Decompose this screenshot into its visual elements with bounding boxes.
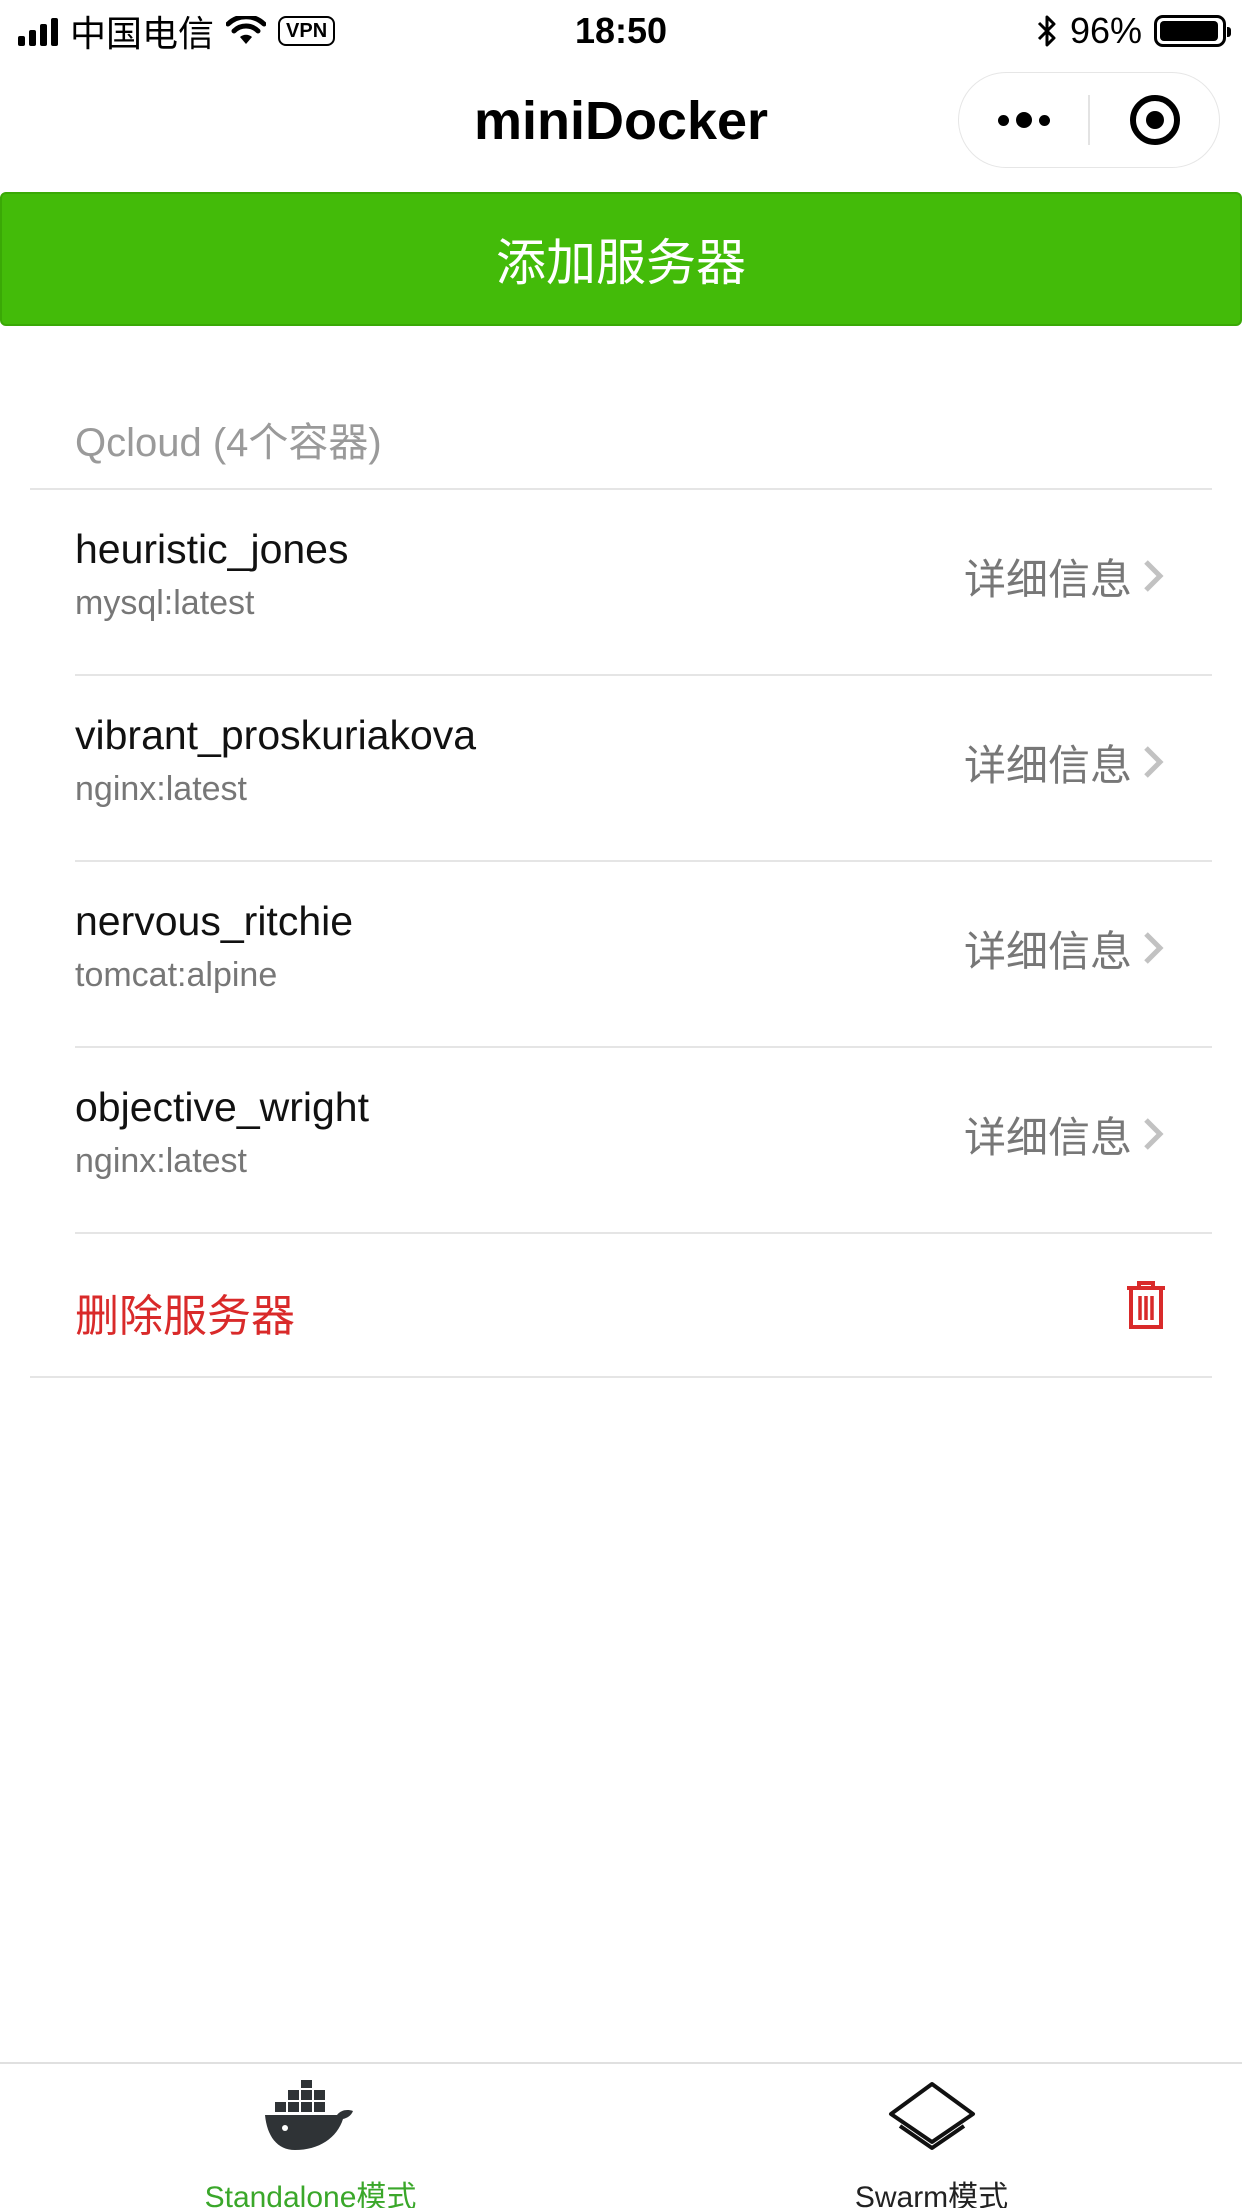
container-image: mysql:latest (75, 584, 255, 622)
details-link[interactable]: 详细信息 (964, 1104, 1132, 1165)
chevron-right-icon (1144, 932, 1164, 964)
container-name: objective_wright (75, 1084, 369, 1130)
section-bottom-divider (30, 1376, 1212, 1378)
close-mini-program-button[interactable] (1090, 73, 1219, 167)
battery-level (1160, 21, 1218, 41)
container-image: nginx:latest (75, 1142, 247, 1180)
container-image: tomcat:alpine (75, 956, 278, 994)
chevron-right-icon (1144, 746, 1164, 778)
delete-server-label[interactable]: 删除服务器 (75, 1280, 295, 1344)
details-link[interactable]: 详细信息 (964, 918, 1132, 979)
container-row[interactable]: heuristic_jones mysql:latest 详细信息 (0, 490, 1242, 676)
add-server-button[interactable]: 添加服务器 (0, 192, 1242, 326)
container-row[interactable]: objective_wright nginx:latest 详细信息 (0, 1048, 1242, 1234)
more-button[interactable] (959, 73, 1088, 167)
status-right: 96% (1036, 8, 1231, 54)
bluetooth-icon (1037, 15, 1056, 47)
more-icon (997, 112, 1050, 128)
container-row[interactable]: vibrant_proskuriakova nginx:latest 详细信息 (0, 676, 1242, 862)
delete-server-row[interactable]: 删除服务器 (0, 1234, 1242, 1376)
battery-icon (1154, 15, 1231, 47)
nav-bar: miniDocker (0, 62, 1242, 190)
layers-icon (888, 2082, 975, 2150)
battery-percent: 96% (1069, 10, 1142, 51)
chevron-right-icon (1144, 1118, 1164, 1150)
container-image: nginx:latest (75, 770, 247, 808)
container-name: heuristic_jones (75, 526, 349, 572)
status-bar: 中国电信 VPN 18:50 96% (0, 0, 1242, 62)
tab-bar: Standalone模式 Swarm模式 (0, 2062, 1242, 2208)
details-link[interactable]: 详细信息 (964, 732, 1132, 793)
target-icon (1129, 95, 1180, 145)
docker-whale-icon (264, 2080, 353, 2150)
details-link[interactable]: 详细信息 (964, 546, 1132, 607)
mini-program-capsule (958, 72, 1220, 168)
tab-swarm-label: Swarm模式 (854, 2181, 1009, 2208)
tab-standalone-label: Standalone模式 (204, 2181, 417, 2208)
container-row[interactable]: nervous_ritchie tomcat:alpine 详细信息 (0, 862, 1242, 1048)
trash-icon[interactable] (1124, 1280, 1168, 1330)
server-title: Qcloud (4个容器) (75, 421, 382, 465)
tab-standalone[interactable]: Standalone模式 (0, 2064, 621, 2208)
container-name: vibrant_proskuriakova (75, 712, 477, 758)
tab-swarm[interactable]: Swarm模式 (621, 2064, 1242, 2208)
container-name: nervous_ritchie (75, 898, 354, 944)
chevron-right-icon (1144, 560, 1164, 592)
